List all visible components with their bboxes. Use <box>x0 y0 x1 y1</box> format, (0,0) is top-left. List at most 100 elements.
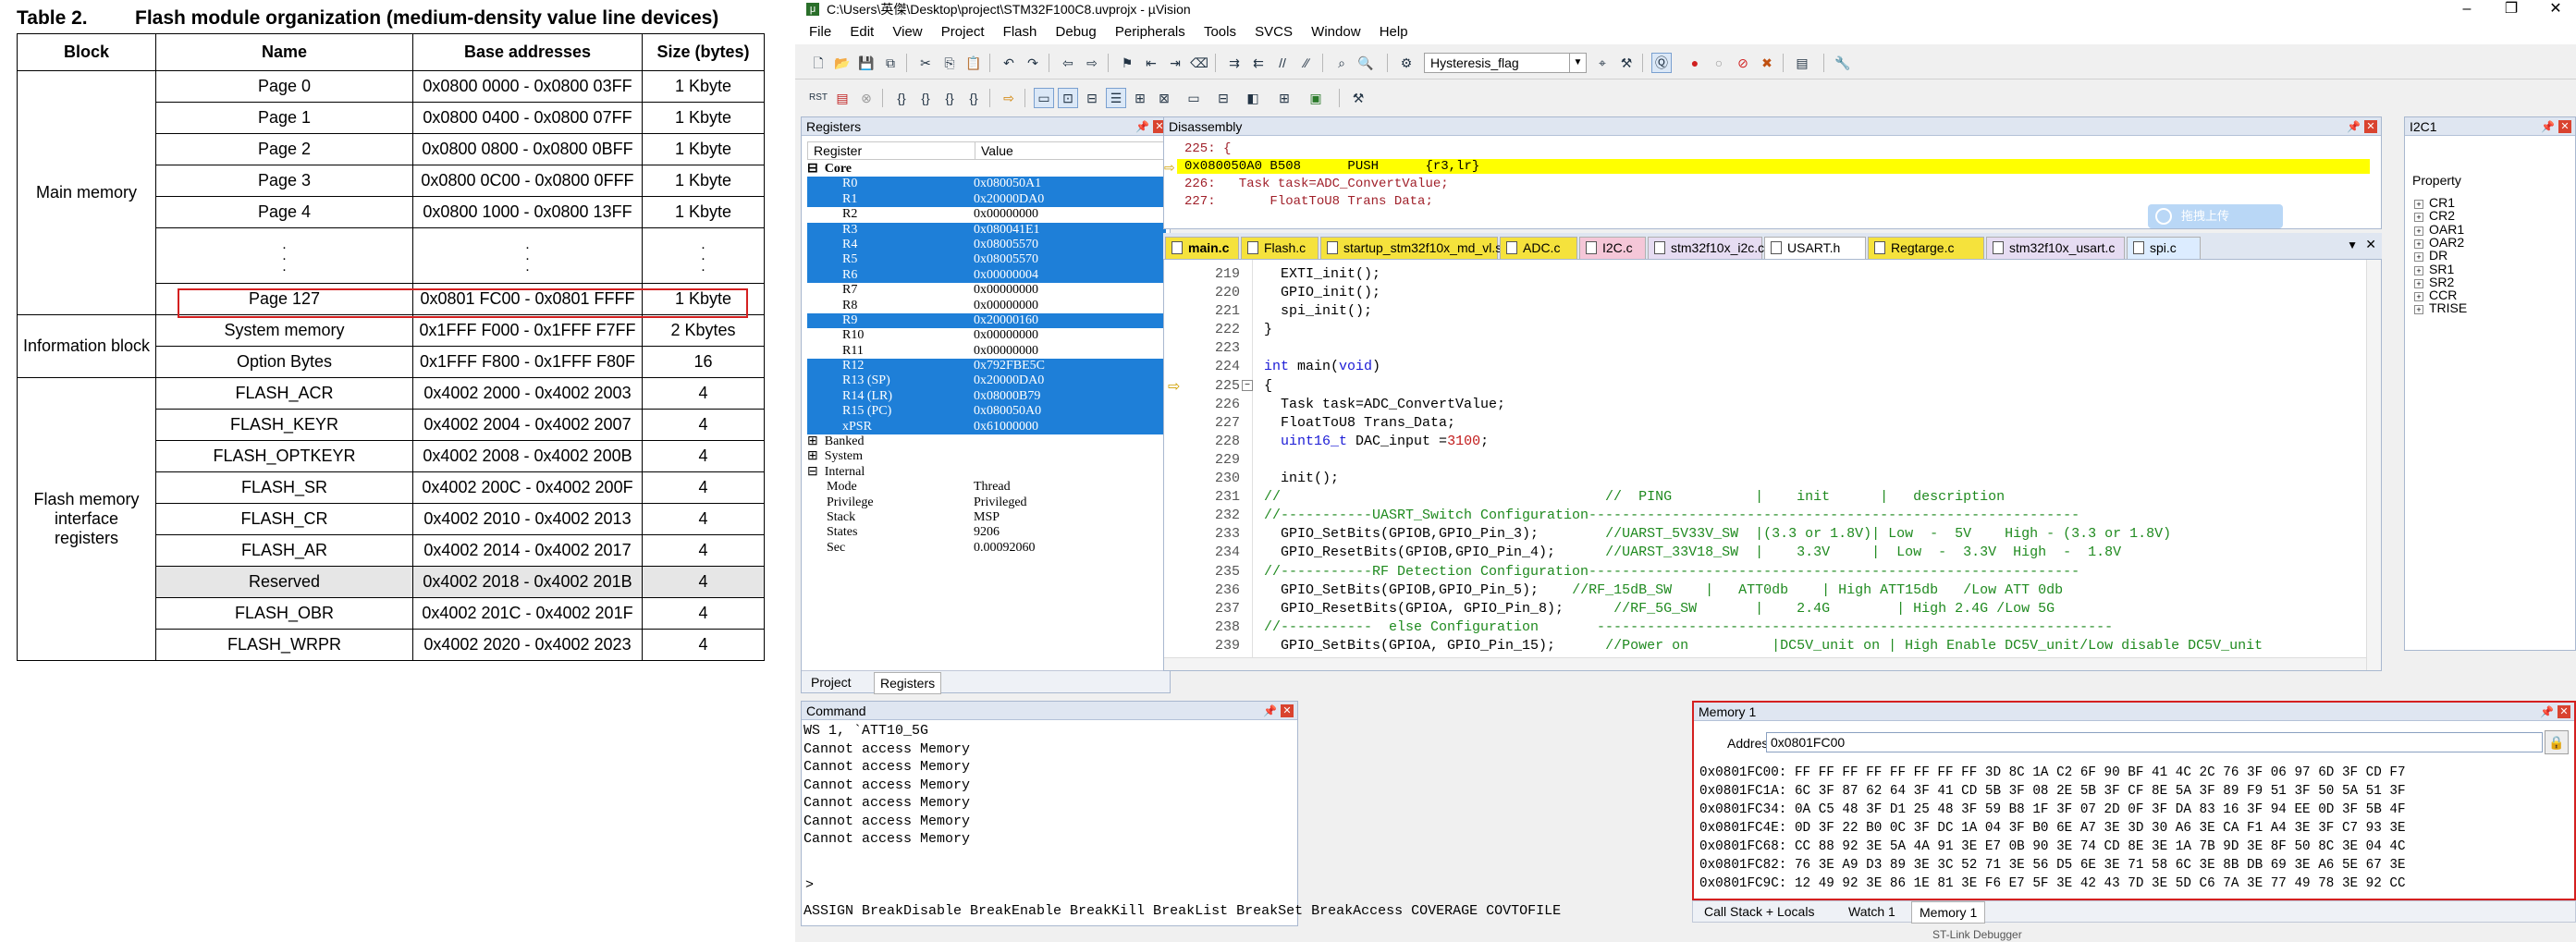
menu-peripherals[interactable]: Peripherals <box>1115 20 1185 44</box>
register-row[interactable]: R14 (LR) 0x08000B79 <box>807 388 1166 405</box>
register-row[interactable]: States 9206 <box>807 525 1166 540</box>
incremental-find-icon[interactable]: ⌖ <box>1592 53 1613 73</box>
register-row[interactable]: Sec 0.00092060 <box>807 541 1166 556</box>
disasm-line[interactable]: 227: FloatToU8 Trans_Data; <box>1184 194 1433 205</box>
code-line[interactable]: 234 GPIO_ResetBits(GPIOB,GPIO_Pin_4); //… <box>1164 544 2366 562</box>
indent-icon[interactable]: ⇉ <box>1224 53 1245 73</box>
window-layout-icon[interactable]: ▤ <box>1792 53 1812 73</box>
watch-window-icon[interactable]: ⊠ <box>1154 88 1174 108</box>
menu-edit[interactable]: Edit <box>850 20 874 44</box>
run-icon[interactable]: ▤ <box>832 88 853 108</box>
pin-icon[interactable]: 📌 <box>1135 117 1149 136</box>
code-line[interactable]: 236 GPIO_SetBits(GPIOB,GPIO_Pin_5); //RF… <box>1164 581 2366 600</box>
menu-tools[interactable]: Tools <box>1204 20 1236 44</box>
save-all-icon[interactable]: ⧉ <box>880 53 901 73</box>
menu-help[interactable]: Help <box>1380 20 1408 44</box>
menu-flash[interactable]: Flash <box>1003 20 1037 44</box>
code-line[interactable]: 232 //-----------UASRT_Switch Configurati… <box>1164 507 2366 525</box>
register-row[interactable]: Mode Thread <box>807 480 1166 495</box>
memory-row[interactable]: 0x0801FC68: CC 88 92 3E 5A 4A 91 3E E7 0… <box>1699 838 2406 856</box>
find-icon[interactable]: 🔍 <box>1355 53 1376 73</box>
trace-window-icon[interactable]: ⊞ <box>1274 88 1294 108</box>
paste-icon[interactable]: 📋 <box>963 53 984 73</box>
bookmark-icon[interactable]: ⚑ <box>1117 53 1137 73</box>
code-line[interactable]: 220 GPIO_init(); <box>1164 284 2366 302</box>
menu-svcs[interactable]: SVCS <box>1255 20 1293 44</box>
editor-horizontal-scrollbar[interactable] <box>1164 657 2366 670</box>
register-row[interactable]: Privilege Privileged <box>807 495 1166 510</box>
col-register[interactable]: Register <box>814 142 862 159</box>
disasm-current-line[interactable]: 0x080050A0 B508 PUSH {r3,lr} <box>1177 159 2370 174</box>
memory-row[interactable]: 0x0801FC00: FF FF FF FF FF FF FF FF 3D 8… <box>1699 764 2406 782</box>
register-row[interactable]: Stack MSP <box>807 510 1166 525</box>
stop-icon[interactable]: ⊗ <box>856 88 877 108</box>
uncomment-icon[interactable]: ∕∕ <box>1296 53 1317 73</box>
tab-project[interactable]: Project <box>805 672 857 692</box>
configure-icon[interactable]: 🔧 <box>1833 53 1853 73</box>
code-line[interactable]: 230 init(); <box>1164 470 2366 488</box>
col-value[interactable]: Value <box>975 142 1013 159</box>
code-line[interactable]: 228 uint16_t DAC_input =3100; <box>1164 433 2366 451</box>
step-out-icon[interactable]: {} <box>939 88 960 108</box>
code-line[interactable]: 221 spi_init(); <box>1164 302 2366 321</box>
close-icon[interactable]: ✕ <box>1281 704 1294 717</box>
memory-row[interactable]: 0x0801FC4E: 0D 3F 22 B0 0C 3F DC 1A 04 3… <box>1699 819 2406 838</box>
expand-icon[interactable]: + <box>2414 305 2423 315</box>
register-row[interactable]: R2 0x00000000 <box>807 207 1166 222</box>
kill-breakpoints-icon[interactable]: ✖ <box>1757 53 1777 73</box>
code-line[interactable]: 226 Task task=ADC_ConvertValue; <box>1164 396 2366 414</box>
pin-icon[interactable]: 📌 <box>1263 702 1277 720</box>
memory-row[interactable]: 0x0801FC9C: 12 49 92 3E 86 1E 81 3E F6 E… <box>1699 875 2406 893</box>
editor-tab[interactable]: USART.h <box>1764 237 1866 259</box>
register-row[interactable]: R8 0x00000000 <box>807 299 1166 313</box>
code-line[interactable]: 223 <box>1164 339 2366 358</box>
call-stack-icon[interactable]: ⊞ <box>1130 88 1150 108</box>
restore-button[interactable]: ❐ <box>2493 0 2530 18</box>
code-line[interactable]: 227 FloatToU8 Trans_Data; <box>1164 414 2366 433</box>
pin-icon[interactable]: 📌 <box>2347 117 2361 136</box>
disable-breakpoints-icon[interactable]: ⊘ <box>1733 53 1753 73</box>
register-row[interactable]: ⊟ Core <box>807 162 1166 177</box>
register-row[interactable]: R12 0x792FBE5C <box>807 359 1166 374</box>
register-row[interactable]: ⊞ System <box>807 449 1166 464</box>
code-editor[interactable]: 219 EXTI_init(); 220 GPIO_init(); 221 spi_… <box>1163 259 2382 672</box>
step-over-icon[interactable]: {} <box>915 88 936 108</box>
memory-window-icon[interactable]: ▭ <box>1184 88 1204 108</box>
system-viewer-icon[interactable]: ▣ <box>1306 88 1326 108</box>
menu-project[interactable]: Project <box>941 20 985 44</box>
menu-window[interactable]: Window <box>1311 20 1360 44</box>
menu-view[interactable]: View <box>892 20 922 44</box>
pin-icon[interactable]: 📌 <box>2540 703 2554 721</box>
register-row[interactable]: xPSR 0x61000000 <box>807 419 1166 435</box>
editor-tab[interactable]: I2C.c <box>1579 237 1646 259</box>
editor-tab[interactable]: ADC.c <box>1500 237 1577 259</box>
search-target-icon[interactable]: ⚙ <box>1396 53 1417 73</box>
menu-file[interactable]: File <box>809 20 831 44</box>
close-button[interactable]: ✕ <box>2537 0 2574 18</box>
memory-row[interactable]: 0x0801FC1A: 6C 3F 87 62 64 3F 41 CD 5B 3… <box>1699 782 2406 801</box>
close-icon[interactable]: ✕ <box>2558 705 2570 718</box>
register-row[interactable]: R15 (PC) 0x080050A0 <box>807 404 1166 420</box>
symbols-window-icon[interactable]: ⊟ <box>1082 88 1102 108</box>
register-tree-item[interactable]: + TRISE <box>2414 300 2467 315</box>
find-combo[interactable]: Hysteresis_flag ▼ <box>1424 53 1587 73</box>
undo-icon[interactable]: ↶ <box>999 53 1019 73</box>
nav-back-icon[interactable]: ⇦ <box>1058 53 1078 73</box>
tab-watch-1[interactable]: Watch 1 <box>1841 901 1903 922</box>
fold-toggle-icon[interactable]: − <box>1242 380 1253 391</box>
step-into-icon[interactable]: {} <box>891 88 912 108</box>
enable-breakpoint-icon[interactable]: ○ <box>1709 53 1729 73</box>
comment-icon[interactable]: // <box>1272 53 1293 73</box>
unindent-icon[interactable]: ⇇ <box>1248 53 1269 73</box>
register-row[interactable]: R4 0x08005570 <box>807 237 1166 253</box>
editor-tab[interactable]: spi.c <box>2127 237 2201 259</box>
reset-icon[interactable]: RST <box>808 88 828 108</box>
find-in-files-icon[interactable]: ⌕ <box>1331 53 1352 73</box>
minimize-button[interactable]: – <box>2448 0 2485 18</box>
close-tab-icon[interactable]: ✕ <box>2365 237 2376 252</box>
upload-overlay-button[interactable]: 拖拽上传 <box>2148 204 2283 228</box>
next-bookmark-icon[interactable]: ⇥ <box>1165 53 1185 73</box>
prev-bookmark-icon[interactable]: ⇤ <box>1141 53 1161 73</box>
registers-window-icon[interactable]: ☰ <box>1106 88 1126 108</box>
tab-registers[interactable]: Registers <box>874 672 942 694</box>
